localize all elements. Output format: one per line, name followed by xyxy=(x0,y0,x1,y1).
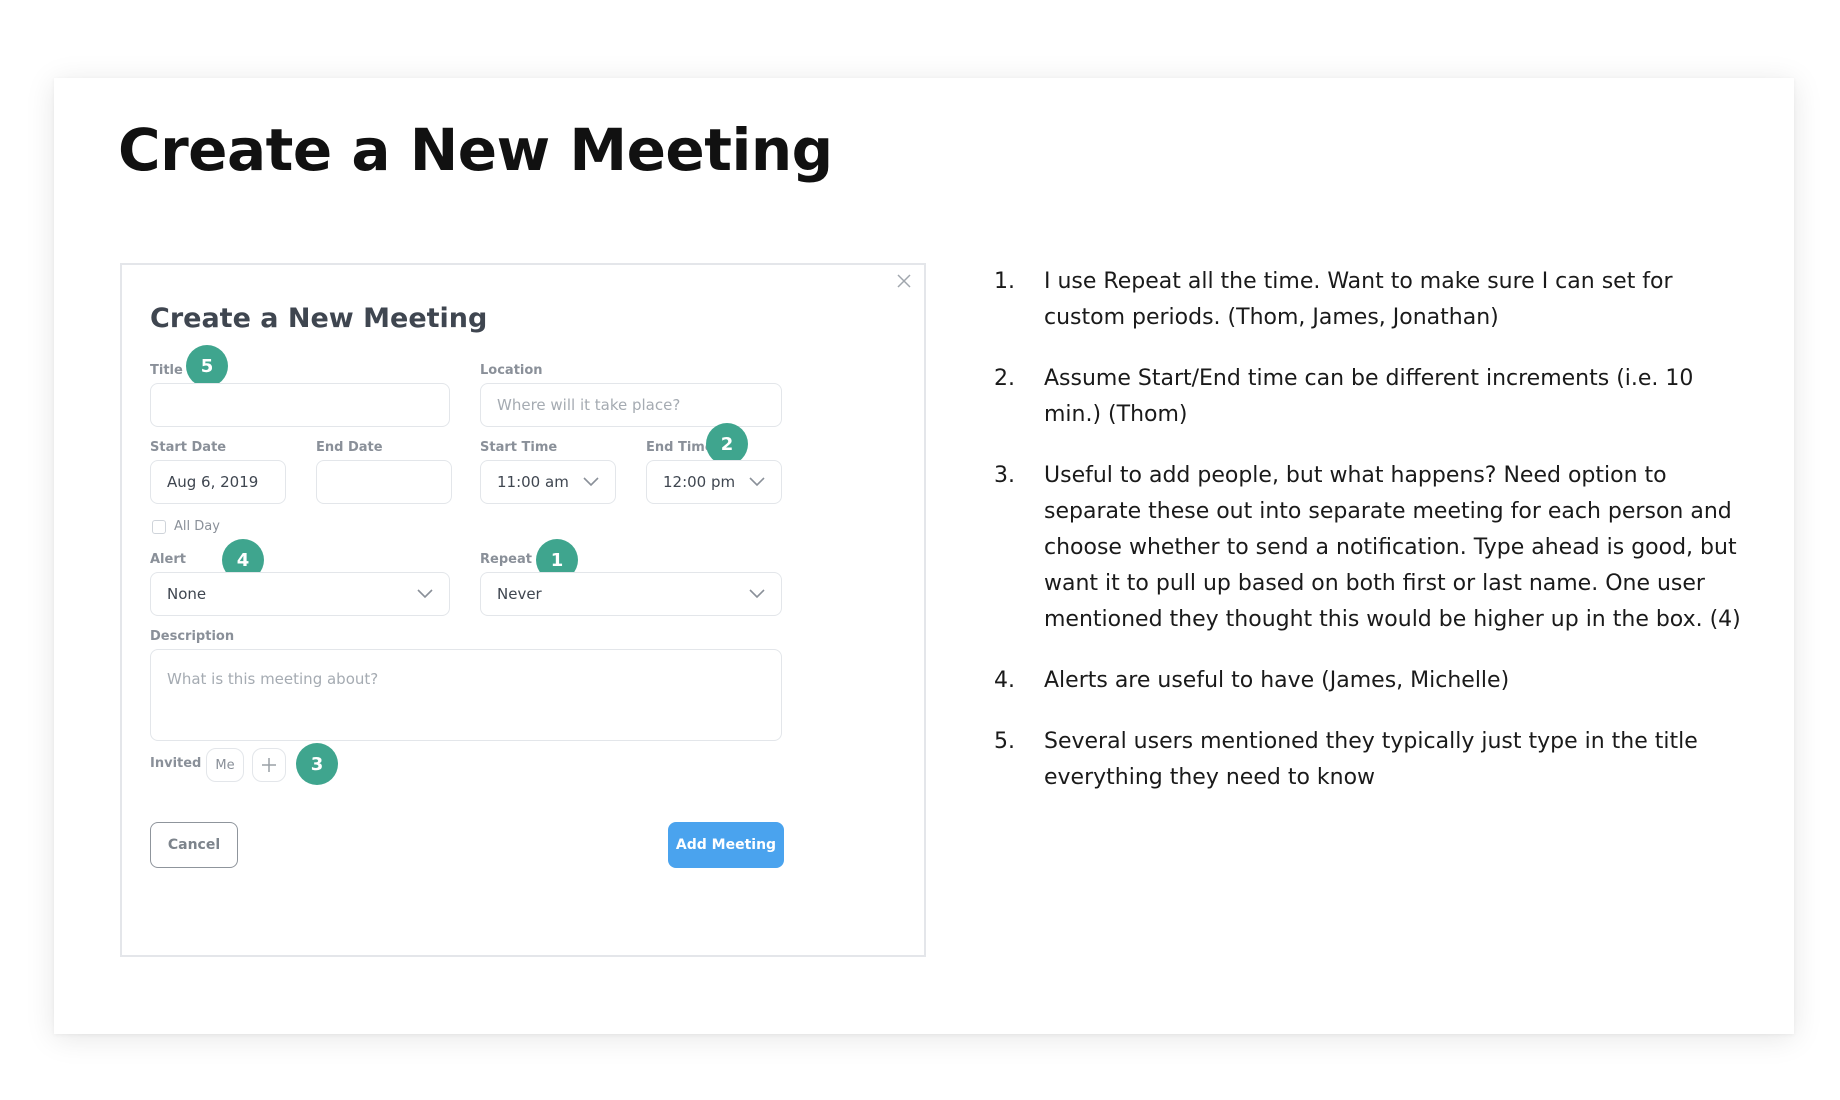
plus-icon xyxy=(262,758,276,772)
alert-select[interactable]: None xyxy=(150,572,450,616)
location-input[interactable] xyxy=(480,383,782,427)
note-text: Assume Start/End time can be different i… xyxy=(1044,366,1694,427)
note-number: 5. xyxy=(994,729,1015,754)
chevron-down-icon xyxy=(417,589,433,599)
end-time-value: 12:00 pm xyxy=(663,473,736,491)
invited-label: Invited xyxy=(150,756,202,771)
cancel-button[interactable]: Cancel xyxy=(150,822,238,868)
location-label: Location xyxy=(480,363,543,378)
start-date-label: Start Date xyxy=(150,440,227,455)
start-time-label: Start Time xyxy=(480,440,558,455)
note-number: 2. xyxy=(994,366,1015,391)
chevron-down-icon xyxy=(749,589,765,599)
note-text: Several users mentioned they typically j… xyxy=(1044,729,1698,790)
note-item: 2. Assume Start/End time can be differen… xyxy=(994,361,1754,433)
add-invitee-button[interactable] xyxy=(252,748,286,782)
start-date-value: Aug 6, 2019 xyxy=(167,473,259,491)
note-text: Useful to add people, but what happens? … xyxy=(1044,463,1741,632)
add-meeting-button[interactable]: Add Meeting xyxy=(668,822,784,868)
note-number: 1. xyxy=(994,269,1015,294)
start-time-select[interactable]: 11:00 am xyxy=(480,460,616,504)
repeat-label: Repeat xyxy=(480,552,532,567)
description-textarea[interactable] xyxy=(150,649,782,741)
invitee-chip-me[interactable]: Me xyxy=(206,748,244,782)
marker-3: 3 xyxy=(296,743,338,785)
create-meeting-dialog: Create a New Meeting Title 5 Location St… xyxy=(120,263,926,957)
end-date-field[interactable] xyxy=(316,460,452,504)
end-date-label: End Date xyxy=(316,440,383,455)
end-time-select[interactable]: 12:00 pm xyxy=(646,460,782,504)
dialog-title: Create a New Meeting xyxy=(150,303,488,334)
feedback-notes-list: 1. I use Repeat all the time. Want to ma… xyxy=(994,264,1754,821)
note-item: 3. Useful to add people, but what happen… xyxy=(994,458,1754,638)
note-item: 1. I use Repeat all the time. Want to ma… xyxy=(994,264,1754,336)
start-date-field[interactable]: Aug 6, 2019 xyxy=(150,460,286,504)
alert-value: None xyxy=(167,585,207,603)
note-item: 5. Several users mentioned they typicall… xyxy=(994,724,1754,796)
start-time-value: 11:00 am xyxy=(497,473,569,491)
repeat-value: Never xyxy=(497,585,542,603)
all-day-label: All Day xyxy=(174,519,220,534)
marker-2: 2 xyxy=(706,423,748,465)
note-number: 3. xyxy=(994,463,1015,488)
title-input[interactable] xyxy=(150,383,450,427)
description-label: Description xyxy=(150,629,235,644)
close-icon[interactable] xyxy=(892,269,916,293)
repeat-select[interactable]: Never xyxy=(480,572,782,616)
title-label: Title xyxy=(150,363,183,378)
chevron-down-icon xyxy=(583,477,599,487)
note-text: I use Repeat all the time. Want to make … xyxy=(1044,269,1673,330)
alert-label: Alert xyxy=(150,552,186,567)
end-time-label: End Time xyxy=(646,440,714,455)
note-number: 4. xyxy=(994,668,1015,693)
note-text: Alerts are useful to have (James, Michel… xyxy=(1044,668,1510,693)
slide-title: Create a New Meeting xyxy=(118,116,833,184)
slide: Create a New Meeting Create a New Meetin… xyxy=(54,78,1794,1034)
note-item: 4. Alerts are useful to have (James, Mic… xyxy=(994,663,1754,699)
marker-5: 5 xyxy=(186,345,228,387)
all-day-checkbox[interactable] xyxy=(152,520,166,534)
chevron-down-icon xyxy=(749,477,765,487)
